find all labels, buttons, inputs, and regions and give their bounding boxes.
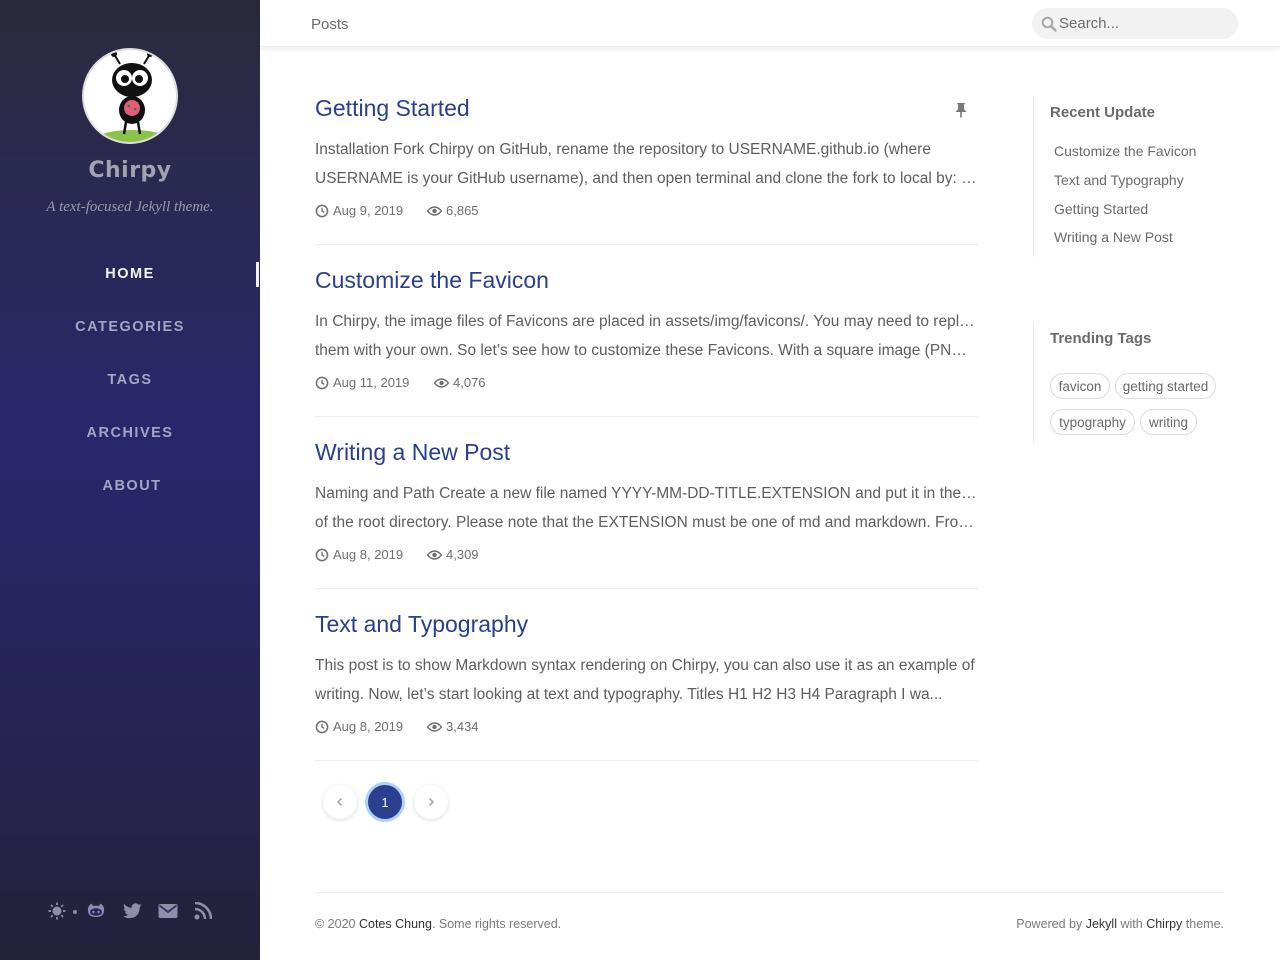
nav-active-indicator	[256, 262, 259, 287]
powered-prefix: Powered by	[1016, 917, 1086, 931]
topbar: Posts	[260, 0, 1280, 47]
recent-update-heading: Recent Update	[1050, 104, 1156, 121]
ant-mascot-icon	[98, 51, 166, 142]
nav-item-archives[interactable]: ARCHIVES	[0, 425, 260, 441]
footer-copyright: © 2020 Cotes Chung. Some rights reserved…	[315, 917, 561, 931]
with-text: with	[1117, 917, 1147, 931]
recent-update-item[interactable]: Writing a New Post	[1054, 229, 1173, 245]
post-views: 4,309	[446, 547, 479, 562]
twitter-icon[interactable]	[122, 900, 142, 922]
eye-icon	[427, 550, 442, 560]
clock-icon	[315, 720, 329, 734]
post-date: Aug 11, 2019	[333, 375, 410, 390]
post-views: 4,076	[453, 375, 486, 390]
chirpy-link[interactable]: Chirpy	[1146, 917, 1182, 931]
post-title[interactable]: Getting Started	[315, 95, 470, 122]
chevron-left-icon	[336, 797, 343, 807]
prev-page-button[interactable]	[323, 785, 357, 819]
post-item: Customize the Favicon In Chirpy, the ima…	[315, 267, 978, 417]
copyright-suffix: . Some rights reserved.	[431, 917, 562, 931]
post-excerpt: Installation Fork Chirpy on GitHub, rena…	[315, 135, 978, 193]
nav-item-categories[interactable]: CATEGORIES	[0, 319, 260, 335]
post-item: Writing a New Post Naming and Path Creat…	[315, 439, 978, 589]
recent-update-item[interactable]: Getting Started	[1054, 201, 1148, 217]
trending-tags-panel: Trending Tags favicon getting started ty…	[1033, 322, 1233, 443]
footer-divider	[315, 892, 1224, 893]
search-input[interactable]	[1059, 8, 1231, 39]
next-page-button[interactable]	[414, 785, 448, 819]
site-title[interactable]: Chirpy	[0, 158, 260, 183]
tag-writing[interactable]: writing	[1140, 409, 1197, 435]
search-icon	[1041, 16, 1057, 32]
nav-item-home[interactable]: HOME	[0, 266, 260, 282]
chevron-right-icon	[428, 797, 435, 807]
avatar[interactable]	[82, 48, 178, 144]
search-box[interactable]	[1032, 8, 1238, 39]
email-icon[interactable]	[158, 900, 178, 922]
post-views: 6,865	[446, 203, 479, 218]
author-link[interactable]: Cotes Chung	[359, 917, 432, 931]
eye-icon	[427, 722, 442, 732]
site-subtitle: A text-focused Jekyll theme.	[46, 199, 214, 215]
rss-icon[interactable]	[193, 900, 213, 922]
post-title[interactable]: Writing a New Post	[315, 439, 510, 466]
tag-getting-started[interactable]: getting started	[1115, 373, 1216, 399]
post-title[interactable]: Customize the Favicon	[315, 267, 549, 294]
post-date: Aug 8, 2019	[333, 719, 404, 734]
tag-favicon[interactable]: favicon	[1050, 373, 1110, 399]
copyright-prefix: © 2020	[315, 917, 359, 931]
sidebar: Chirpy A text-focused Jekyll theme. HOME…	[0, 0, 260, 960]
post-item: Text and Typography This post is to show…	[315, 611, 978, 761]
recent-update-item[interactable]: Customize the Favicon	[1054, 143, 1196, 159]
post-excerpt-line: writing. Now, let’s start looking at tex…	[315, 686, 943, 703]
trending-tags-heading: Trending Tags	[1050, 330, 1152, 347]
jekyll-link[interactable]: Jekyll	[1086, 917, 1117, 931]
eye-icon	[427, 206, 442, 216]
nav-item-about[interactable]: ABOUT	[2, 478, 262, 494]
clock-icon	[315, 376, 329, 390]
recent-update-panel: Recent Update Customize the Favicon Text…	[1033, 96, 1233, 257]
tag-typography[interactable]: typography	[1050, 409, 1135, 435]
post-item: Getting Started Installation Fork Chirpy…	[315, 95, 978, 245]
post-excerpt: Naming and Path Create a new file named …	[315, 479, 978, 537]
breadcrumb: Posts	[311, 16, 349, 33]
post-excerpt-line: Naming and Path Create a new file named …	[315, 485, 978, 502]
nav-item-tags[interactable]: TAGS	[0, 372, 260, 388]
footer-powered-by: Powered by Jekyll with Chirpy theme.	[1016, 917, 1224, 931]
post-views: 3,434	[446, 719, 479, 734]
clock-icon	[315, 548, 329, 562]
post-excerpt-line: of the root directory. Please note that …	[315, 514, 978, 531]
theme-toggle-icon[interactable]	[47, 900, 67, 922]
github-icon[interactable]	[86, 900, 106, 922]
post-excerpt-line: This post is to show Markdown syntax ren…	[315, 657, 975, 674]
post-excerpt-line: them with your own. So let’s see how to …	[315, 342, 978, 359]
post-title[interactable]: Text and Typography	[315, 611, 528, 638]
separator-dot	[73, 910, 77, 914]
post-excerpt-line: Installation Fork Chirpy on GitHub, rena…	[315, 141, 931, 158]
page-number-button[interactable]: 1	[368, 785, 402, 819]
post-date: Aug 8, 2019	[333, 547, 404, 562]
post-excerpt: This post is to show Markdown syntax ren…	[315, 651, 978, 709]
recent-update-item[interactable]: Text and Typography	[1054, 172, 1184, 188]
theme-suffix: theme.	[1182, 917, 1224, 931]
post-excerpt-line: In Chirpy, the image files of Favicons a…	[315, 313, 978, 330]
clock-icon	[315, 204, 329, 218]
sidebar-bottom-links	[0, 900, 260, 924]
post-excerpt: In Chirpy, the image files of Favicons a…	[315, 307, 978, 365]
post-excerpt-line: USERNAME is your GitHub username), and t…	[315, 170, 978, 187]
eye-icon	[434, 378, 449, 388]
post-date: Aug 9, 2019	[333, 203, 404, 218]
